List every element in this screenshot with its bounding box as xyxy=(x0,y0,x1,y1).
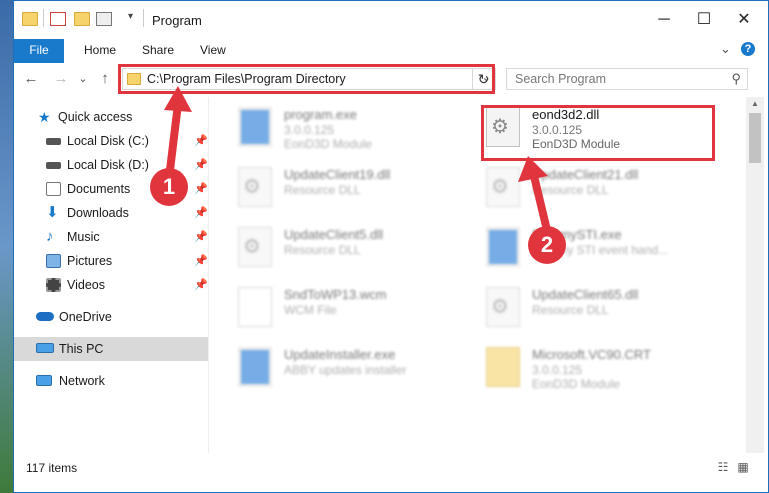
step-marker-1: 1 xyxy=(150,168,188,206)
step-marker-2: 2 xyxy=(528,226,566,264)
arrow-1 xyxy=(164,86,192,174)
arrow-2 xyxy=(518,156,550,230)
annotation-overlay xyxy=(164,86,550,230)
